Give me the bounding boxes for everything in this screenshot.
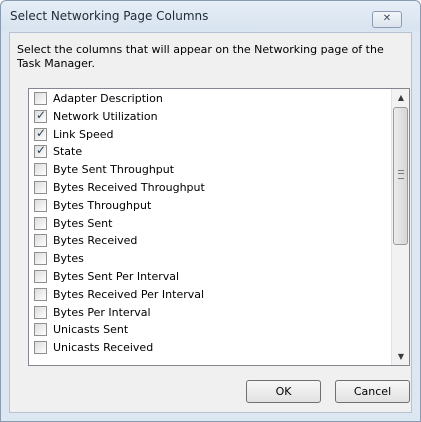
column-option[interactable]: Bytes Received Per Interval [34, 286, 384, 303]
column-option-label: Bytes Throughput [53, 198, 152, 212]
scroll-up-button[interactable]: ▲ [392, 89, 409, 106]
checkbox-unchecked[interactable] [34, 305, 47, 319]
checkbox-checked[interactable]: ✓ [34, 125, 47, 141]
columns-listbox[interactable]: Adapter Description ✓ Network Utilization ✓… [28, 88, 410, 366]
dialog-title: Select Networking Page Columns [10, 9, 209, 23]
column-option[interactable]: Bytes Received [34, 232, 384, 249]
cancel-button[interactable]: Cancel [335, 380, 410, 403]
column-option-label: Unicasts Sent [53, 323, 129, 337]
checkbox-unchecked[interactable] [34, 287, 47, 301]
checkbox-unchecked[interactable] [34, 163, 47, 177]
column-option-label: Link Speed [53, 127, 114, 141]
column-option-label: Bytes Received Per Interval [53, 287, 205, 301]
checkbox-unchecked[interactable] [34, 252, 47, 266]
column-option[interactable]: ✓ Network Utilization [34, 108, 384, 125]
column-option-label: Bytes Sent Per Interval [53, 270, 180, 283]
scroll-thumb[interactable] [393, 107, 408, 245]
column-option-label: Adapter Description [53, 92, 163, 105]
column-option-label: State [53, 145, 83, 159]
check-mark-icon: ✓ [36, 143, 47, 158]
column-option-label: Bytes Sent [53, 216, 113, 230]
column-option-label: Network Utilization [53, 109, 158, 123]
column-option[interactable]: Bytes Per Interval [34, 304, 384, 321]
check-mark-icon: ✓ [36, 125, 47, 140]
column-option[interactable]: Bytes Received Throughput [34, 179, 384, 196]
column-option[interactable]: ✓ Link Speed [34, 126, 384, 143]
column-option-label: Unicasts Received [53, 341, 154, 355]
column-option-label: Bytes Received Throughput [53, 181, 205, 194]
close-icon: ✕ [382, 13, 392, 24]
column-option[interactable]: Unicasts Received [34, 339, 384, 356]
column-option[interactable]: Unicasts Sent [34, 321, 384, 338]
column-option[interactable]: ✓ State [34, 143, 384, 160]
checkbox-unchecked[interactable] [34, 181, 47, 194]
checkbox-unchecked[interactable] [34, 216, 47, 230]
column-option[interactable]: Bytes Sent Per Interval [34, 268, 384, 285]
checkbox-unchecked[interactable] [34, 341, 47, 355]
checkbox-unchecked[interactable] [34, 92, 47, 105]
title-bar[interactable]: Select Networking Page Columns [1, 1, 420, 31]
checkbox-unchecked[interactable] [34, 198, 47, 212]
column-option-label: Bytes Received [53, 234, 138, 248]
dialog-description: Select the columns that will appear on t… [17, 43, 384, 70]
vertical-scrollbar[interactable]: ▲ ▼ [391, 89, 409, 365]
checkbox-checked[interactable]: ✓ [34, 143, 47, 159]
close-button[interactable]: ✕ [372, 11, 402, 28]
scroll-up-arrow-icon: ▲ [397, 93, 405, 102]
ok-button[interactable]: OK [246, 380, 321, 403]
column-option-label: Bytes Per Interval [53, 305, 151, 319]
column-option[interactable]: Adapter Description [34, 90, 384, 107]
scroll-grip-icon [398, 170, 404, 179]
checkbox-checked[interactable]: ✓ [34, 107, 47, 123]
column-option-label: Byte Sent Throughput [53, 163, 175, 177]
column-option-label: Bytes [53, 252, 84, 266]
scroll-down-button[interactable]: ▼ [392, 348, 409, 365]
column-option[interactable]: Bytes [34, 250, 384, 267]
checkbox-unchecked[interactable] [34, 234, 47, 248]
column-option[interactable]: Bytes Throughput [34, 197, 384, 214]
check-mark-icon: ✓ [36, 107, 47, 122]
column-option[interactable]: Bytes Sent [34, 215, 384, 232]
checkbox-unchecked[interactable] [34, 323, 47, 337]
column-option[interactable]: Byte Sent Throughput [34, 161, 384, 178]
scroll-down-arrow-icon: ▼ [397, 352, 405, 361]
checkbox-unchecked[interactable] [34, 270, 47, 283]
